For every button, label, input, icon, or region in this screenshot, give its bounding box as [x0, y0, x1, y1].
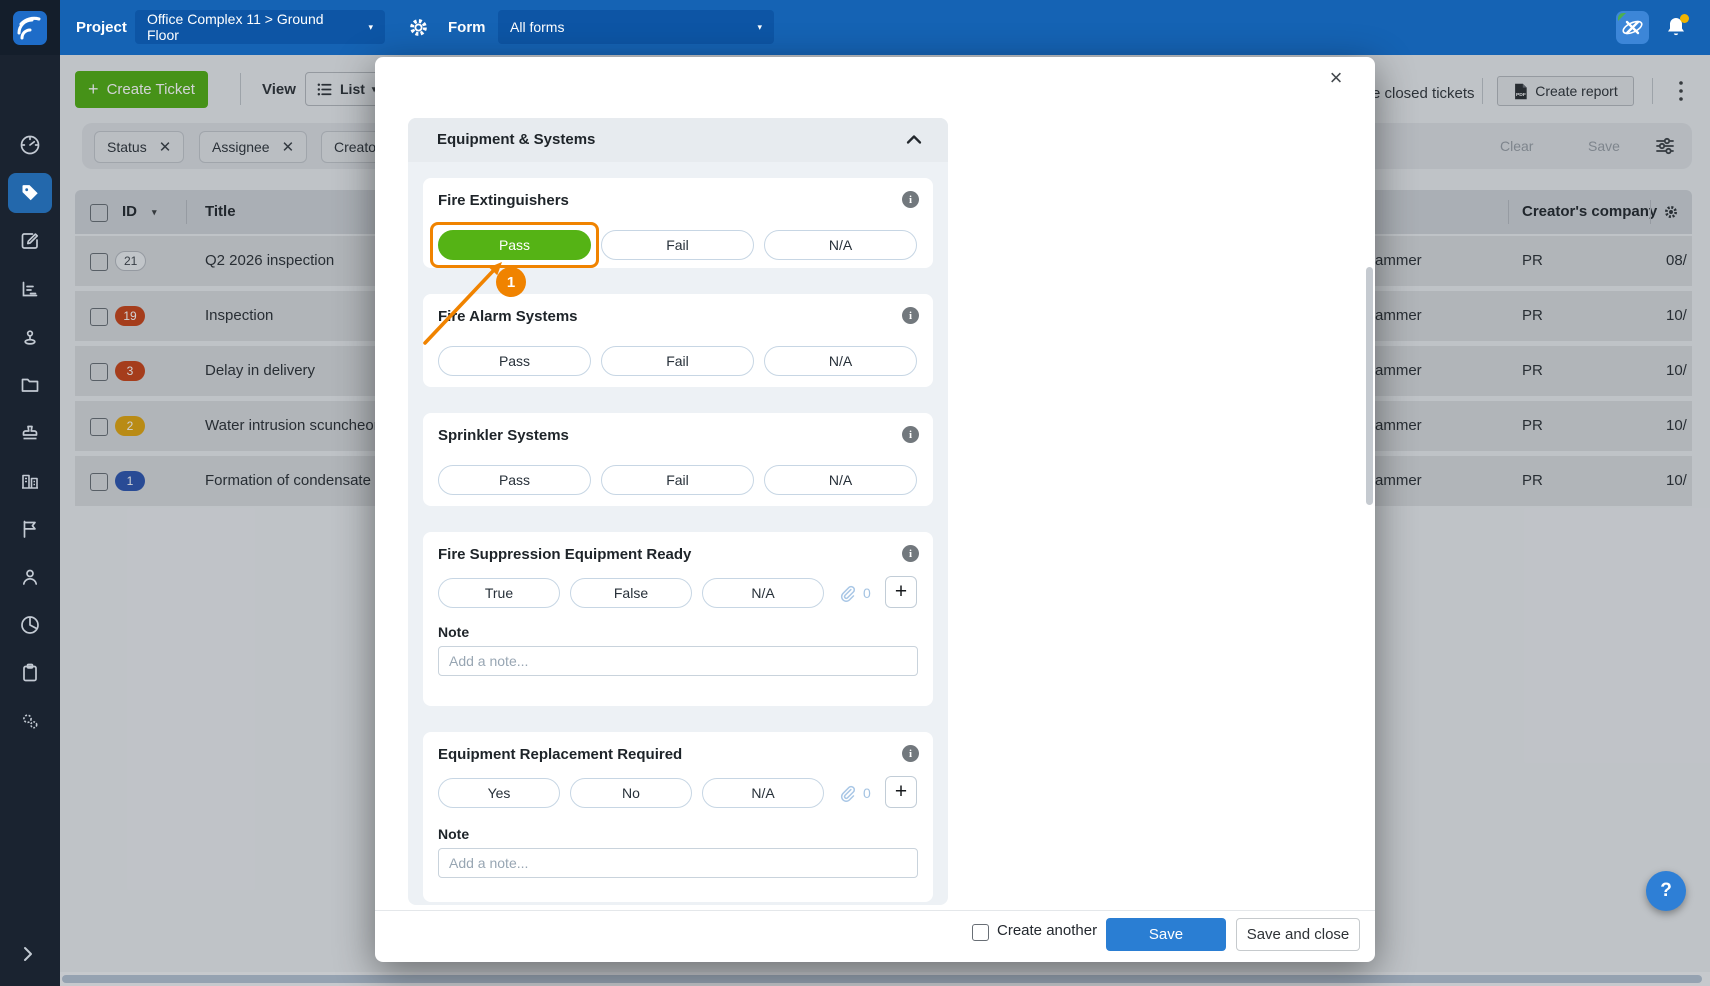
info-icon[interactable]: i: [902, 307, 919, 324]
option-no[interactable]: No: [570, 778, 692, 808]
option-false[interactable]: False: [570, 578, 692, 608]
save-and-close-button[interactable]: Save and close: [1236, 918, 1360, 951]
notification-dot: [1680, 14, 1689, 23]
tutorial-step-badge: 1: [496, 267, 526, 297]
option-na[interactable]: N/A: [702, 578, 824, 608]
info-icon[interactable]: i: [902, 545, 919, 562]
chevron-up-icon[interactable]: [906, 134, 922, 145]
people-location-icon[interactable]: [18, 325, 42, 349]
info-icon[interactable]: i: [902, 426, 919, 443]
field-label: Fire Suppression Equipment Ready: [438, 546, 691, 563]
flags-icon[interactable]: [18, 517, 42, 541]
settings-gears-icon[interactable]: [18, 709, 42, 733]
create-another-label[interactable]: Create another: [997, 915, 1097, 947]
field-card-sprinkler-systems: Sprinkler Systems i Pass Fail N/A: [423, 413, 933, 506]
close-icon[interactable]: ×: [1323, 65, 1349, 91]
field-label: Equipment Replacement Required: [438, 746, 682, 763]
option-pass[interactable]: Pass: [438, 346, 591, 376]
save-button[interactable]: Save: [1106, 918, 1226, 951]
form-dropdown[interactable]: All forms ▾: [498, 10, 774, 44]
project-label: Project: [76, 0, 127, 55]
form-dropdown-value: All forms: [510, 19, 564, 35]
analytics-pie-icon[interactable]: [18, 613, 42, 637]
project-settings-gear-icon[interactable]: [406, 15, 431, 40]
caret-down-icon: ▾: [745, 22, 762, 33]
option-pass-selected[interactable]: Pass: [438, 230, 591, 260]
section-header[interactable]: Equipment & Systems: [408, 118, 948, 162]
paperclip-icon[interactable]: [836, 583, 857, 604]
field-label: Sprinkler Systems: [438, 427, 569, 444]
attachment-count: 0: [863, 778, 871, 808]
option-fail[interactable]: Fail: [601, 465, 754, 495]
notification-bell-icon[interactable]: [1662, 13, 1690, 41]
tasks-clipboard-icon[interactable]: [18, 661, 42, 685]
note-label: Note: [438, 624, 469, 640]
form-section-panel: Equipment & Systems Fire Extinguishers i…: [408, 118, 948, 905]
option-fail[interactable]: Fail: [601, 346, 754, 376]
option-na[interactable]: N/A: [764, 465, 917, 495]
info-icon[interactable]: i: [902, 745, 919, 762]
option-na[interactable]: N/A: [764, 230, 917, 260]
field-card-equipment-replacement: Equipment Replacement Required i Yes No …: [423, 732, 933, 902]
project-dropdown[interactable]: Office Complex 11 > Ground Floor ▾: [135, 10, 385, 44]
create-another-checkbox[interactable]: [972, 924, 989, 941]
add-attachment-button[interactable]: +: [885, 776, 917, 808]
field-card-fire-suppression: Fire Suppression Equipment Ready i True …: [423, 532, 933, 706]
note-input[interactable]: [438, 646, 918, 676]
files-folder-icon[interactable]: [18, 373, 42, 397]
option-fail[interactable]: Fail: [601, 230, 754, 260]
project-dropdown-value: Office Complex 11 > Ground Floor: [147, 11, 356, 43]
caret-down-icon: ▾: [356, 22, 373, 33]
companies-buildings-icon[interactable]: [18, 469, 42, 493]
sidebar-expand-chevron-icon[interactable]: [18, 944, 42, 968]
attachment-count: 0: [863, 578, 871, 608]
option-na[interactable]: N/A: [702, 778, 824, 808]
field-card-fire-extinguishers: Fire Extinguishers i Pass Fail N/A: [423, 178, 933, 268]
modal-scrollbar[interactable]: [1366, 267, 1373, 505]
app-switcher-icon[interactable]: [1616, 11, 1649, 44]
forms-edit-icon[interactable]: [18, 229, 42, 253]
option-na[interactable]: N/A: [764, 346, 917, 376]
option-pass[interactable]: Pass: [438, 465, 591, 495]
option-true[interactable]: True: [438, 578, 560, 608]
field-card-fire-alarm-systems: Fire Alarm Systems i Pass Fail N/A: [423, 294, 933, 387]
reports-chart-icon[interactable]: [18, 277, 42, 301]
app-logo[interactable]: [0, 0, 60, 55]
paperclip-icon[interactable]: [836, 783, 857, 804]
top-navbar: Project Office Complex 11 > Ground Floor…: [0, 0, 1710, 55]
left-sidebar: [0, 55, 60, 986]
footer-divider: [375, 910, 1375, 911]
option-yes[interactable]: Yes: [438, 778, 560, 808]
note-label: Note: [438, 826, 469, 842]
add-attachment-button[interactable]: +: [885, 576, 917, 608]
form-modal: × Equipment & Systems Fire Extinguishers…: [375, 57, 1375, 962]
section-title: Equipment & Systems: [437, 118, 595, 162]
form-label: Form: [448, 0, 486, 55]
note-input[interactable]: [438, 848, 918, 878]
field-label: Fire Extinguishers: [438, 192, 569, 209]
tickets-tag-icon[interactable]: [18, 181, 42, 205]
help-button[interactable]: ?: [1646, 871, 1686, 911]
field-label: Fire Alarm Systems: [438, 308, 578, 325]
info-icon[interactable]: i: [902, 191, 919, 208]
dashboard-gauge-icon[interactable]: [18, 133, 42, 157]
logo-icon: [12, 10, 48, 46]
stamp-icon[interactable]: [18, 421, 42, 445]
users-person-icon[interactable]: [18, 565, 42, 589]
